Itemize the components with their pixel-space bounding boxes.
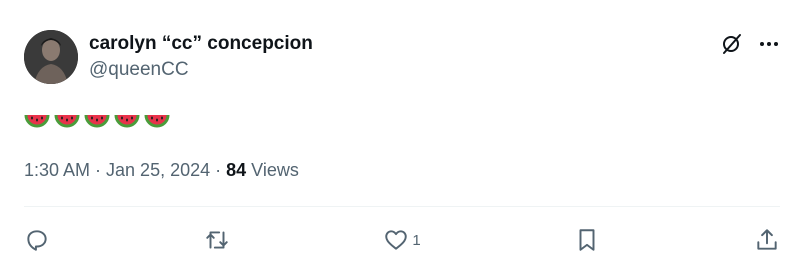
heart-icon bbox=[385, 230, 408, 250]
avatar-photo bbox=[24, 30, 78, 84]
author-handle[interactable]: @queenCC bbox=[89, 59, 189, 81]
post-timestamp[interactable]: 1:30 AM · Jan 25, 2024 bbox=[24, 160, 210, 180]
watermelon-emoji bbox=[24, 114, 50, 128]
post-body bbox=[24, 106, 170, 132]
like-button[interactable]: 1 bbox=[383, 227, 421, 253]
share-button[interactable] bbox=[754, 227, 780, 253]
repost-icon bbox=[205, 231, 228, 249]
bookmark-icon bbox=[579, 229, 595, 251]
views-count: 84 bbox=[226, 160, 247, 180]
more-icon[interactable] bbox=[758, 33, 780, 55]
reply-icon bbox=[27, 230, 47, 251]
reply-button[interactable] bbox=[24, 227, 50, 253]
watermelon-emoji bbox=[54, 114, 80, 128]
author-name[interactable]: carolyn “cc” concepcion bbox=[89, 33, 313, 55]
like-count: 1 bbox=[412, 231, 421, 249]
bookmark-button[interactable] bbox=[574, 227, 600, 253]
share-icon bbox=[757, 229, 777, 250]
meta-separator: · bbox=[210, 160, 227, 180]
watermelon-emoji bbox=[144, 114, 170, 128]
avatar[interactable] bbox=[24, 30, 78, 84]
post-meta: 1:30 AM · Jan 25, 2024 · 84 Views bbox=[24, 160, 299, 181]
grok-slash-icon[interactable] bbox=[720, 32, 744, 56]
watermelon-emoji bbox=[114, 114, 140, 128]
divider bbox=[24, 206, 780, 207]
watermelon-emoji bbox=[84, 114, 110, 128]
views-label: Views bbox=[246, 160, 299, 180]
repost-button[interactable] bbox=[204, 227, 230, 253]
post-header-actions bbox=[720, 32, 780, 56]
action-bar: 1 bbox=[24, 222, 780, 258]
